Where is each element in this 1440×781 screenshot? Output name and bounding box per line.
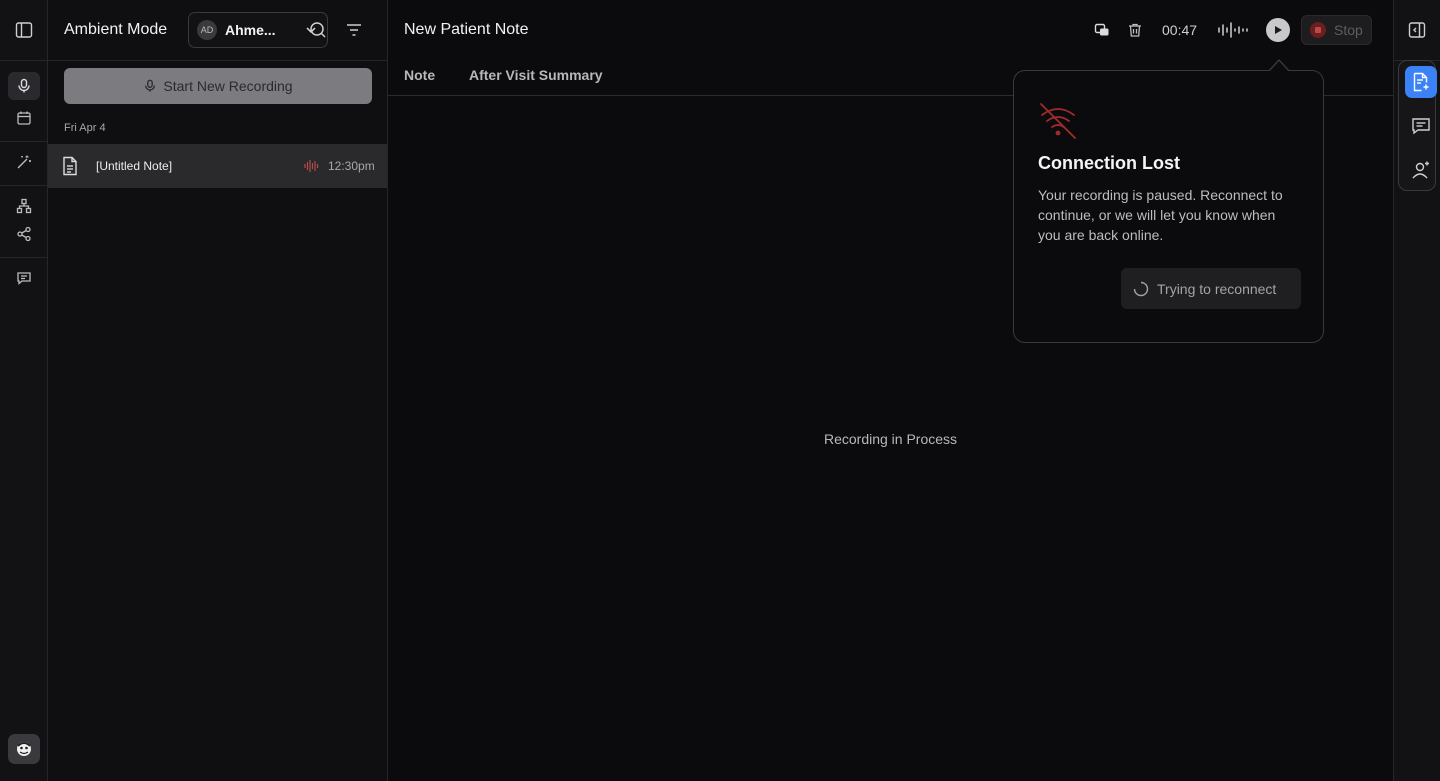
resume-button[interactable] <box>1266 16 1290 44</box>
tab-note[interactable]: Note <box>404 67 435 83</box>
sidebar-toggle-icon <box>15 22 33 38</box>
trash-icon <box>1129 23 1141 37</box>
share-icon <box>17 226 31 242</box>
chat-button[interactable] <box>1405 110 1437 142</box>
tab-after-visit-summary[interactable]: After Visit Summary <box>469 67 603 83</box>
search-button[interactable] <box>307 19 329 41</box>
document-icon <box>63 156 77 176</box>
spinner-icon <box>1133 281 1149 296</box>
date-group-label: Fri Apr 4 <box>64 122 106 134</box>
nav-share-button[interactable] <box>8 220 40 248</box>
note-time: 12:30pm <box>328 159 375 173</box>
start-new-recording-button[interactable]: Start New Recording <box>64 68 372 104</box>
stop-button[interactable]: Stop <box>1301 15 1372 45</box>
recording-timer: 00:47 <box>1162 16 1197 44</box>
nav-messages-button[interactable] <box>8 264 40 292</box>
audio-level-indicator <box>1217 16 1249 44</box>
popover-title: Connection Lost <box>1038 153 1180 173</box>
filter-button[interactable] <box>343 19 365 41</box>
note-assist-button[interactable] <box>1405 66 1437 98</box>
right-panel-group <box>1398 60 1437 191</box>
trying-to-reconnect-button[interactable]: Trying to reconnect <box>1121 268 1301 309</box>
sidebar-toggle-button[interactable] <box>8 16 40 44</box>
avatar-icon <box>17 742 31 756</box>
document-sparkle-icon <box>1413 72 1429 92</box>
assistant-button[interactable] <box>1405 154 1437 186</box>
stop-icon <box>1310 22 1326 38</box>
message-icon <box>17 272 31 285</box>
sidebar-header: Ambient Mode AD Ahme... <box>48 0 387 61</box>
connection-lost-popover: Connection Lost Your recording is paused… <box>1013 70 1324 343</box>
hierarchy-icon <box>16 198 32 214</box>
calendar-icon <box>17 111 31 125</box>
sidebar-title: Ambient Mode <box>64 21 168 38</box>
search-icon <box>310 22 326 38</box>
notes-sidebar: Ambient Mode AD Ahme... Start New Record… <box>48 0 388 781</box>
audio-waveform-icon <box>1218 22 1248 38</box>
microphone-icon <box>18 78 30 93</box>
recording-status-message: Recording in Process <box>823 431 958 447</box>
note-list-item[interactable]: [Untitled Note] 12:30pm <box>48 144 387 188</box>
nav-ambient-button[interactable] <box>8 72 40 100</box>
user-sparkle-icon <box>1412 161 1429 179</box>
start-new-recording-label: Start New Recording <box>163 78 293 94</box>
wifi-off-icon <box>1040 103 1076 139</box>
panel-toggle-button[interactable] <box>1408 21 1426 44</box>
page-title: New Patient Note <box>404 21 529 38</box>
nav-calendar-button[interactable] <box>8 104 40 132</box>
microphone-icon <box>145 79 156 92</box>
note-title: [Untitled Note] <box>96 159 173 173</box>
user-name: Ahme... <box>225 22 276 38</box>
copy-button[interactable] <box>1094 16 1110 44</box>
timer-value: 00:47 <box>1162 22 1198 38</box>
play-icon <box>1266 18 1290 42</box>
user-avatar[interactable] <box>8 734 40 764</box>
reconnect-label: Trying to reconnect <box>1157 280 1277 297</box>
popover-arrow-inner <box>1269 61 1289 72</box>
nav-workflow-button[interactable] <box>8 192 40 220</box>
audio-waveform-icon <box>304 160 319 172</box>
stop-label: Stop <box>1334 22 1363 38</box>
panel-toggle-icon <box>1408 22 1426 38</box>
right-rail <box>1393 0 1440 781</box>
popover-message: Your recording is paused. Reconnect to c… <box>1038 187 1283 243</box>
delete-button[interactable] <box>1127 16 1143 44</box>
icon-rail <box>0 0 48 781</box>
copy-icon <box>1094 23 1109 36</box>
magic-wand-icon <box>17 155 31 169</box>
chat-icon <box>1412 118 1430 135</box>
user-initials: AD <box>197 20 217 40</box>
filter-icon <box>347 24 361 36</box>
nav-magic-button[interactable] <box>8 148 40 176</box>
